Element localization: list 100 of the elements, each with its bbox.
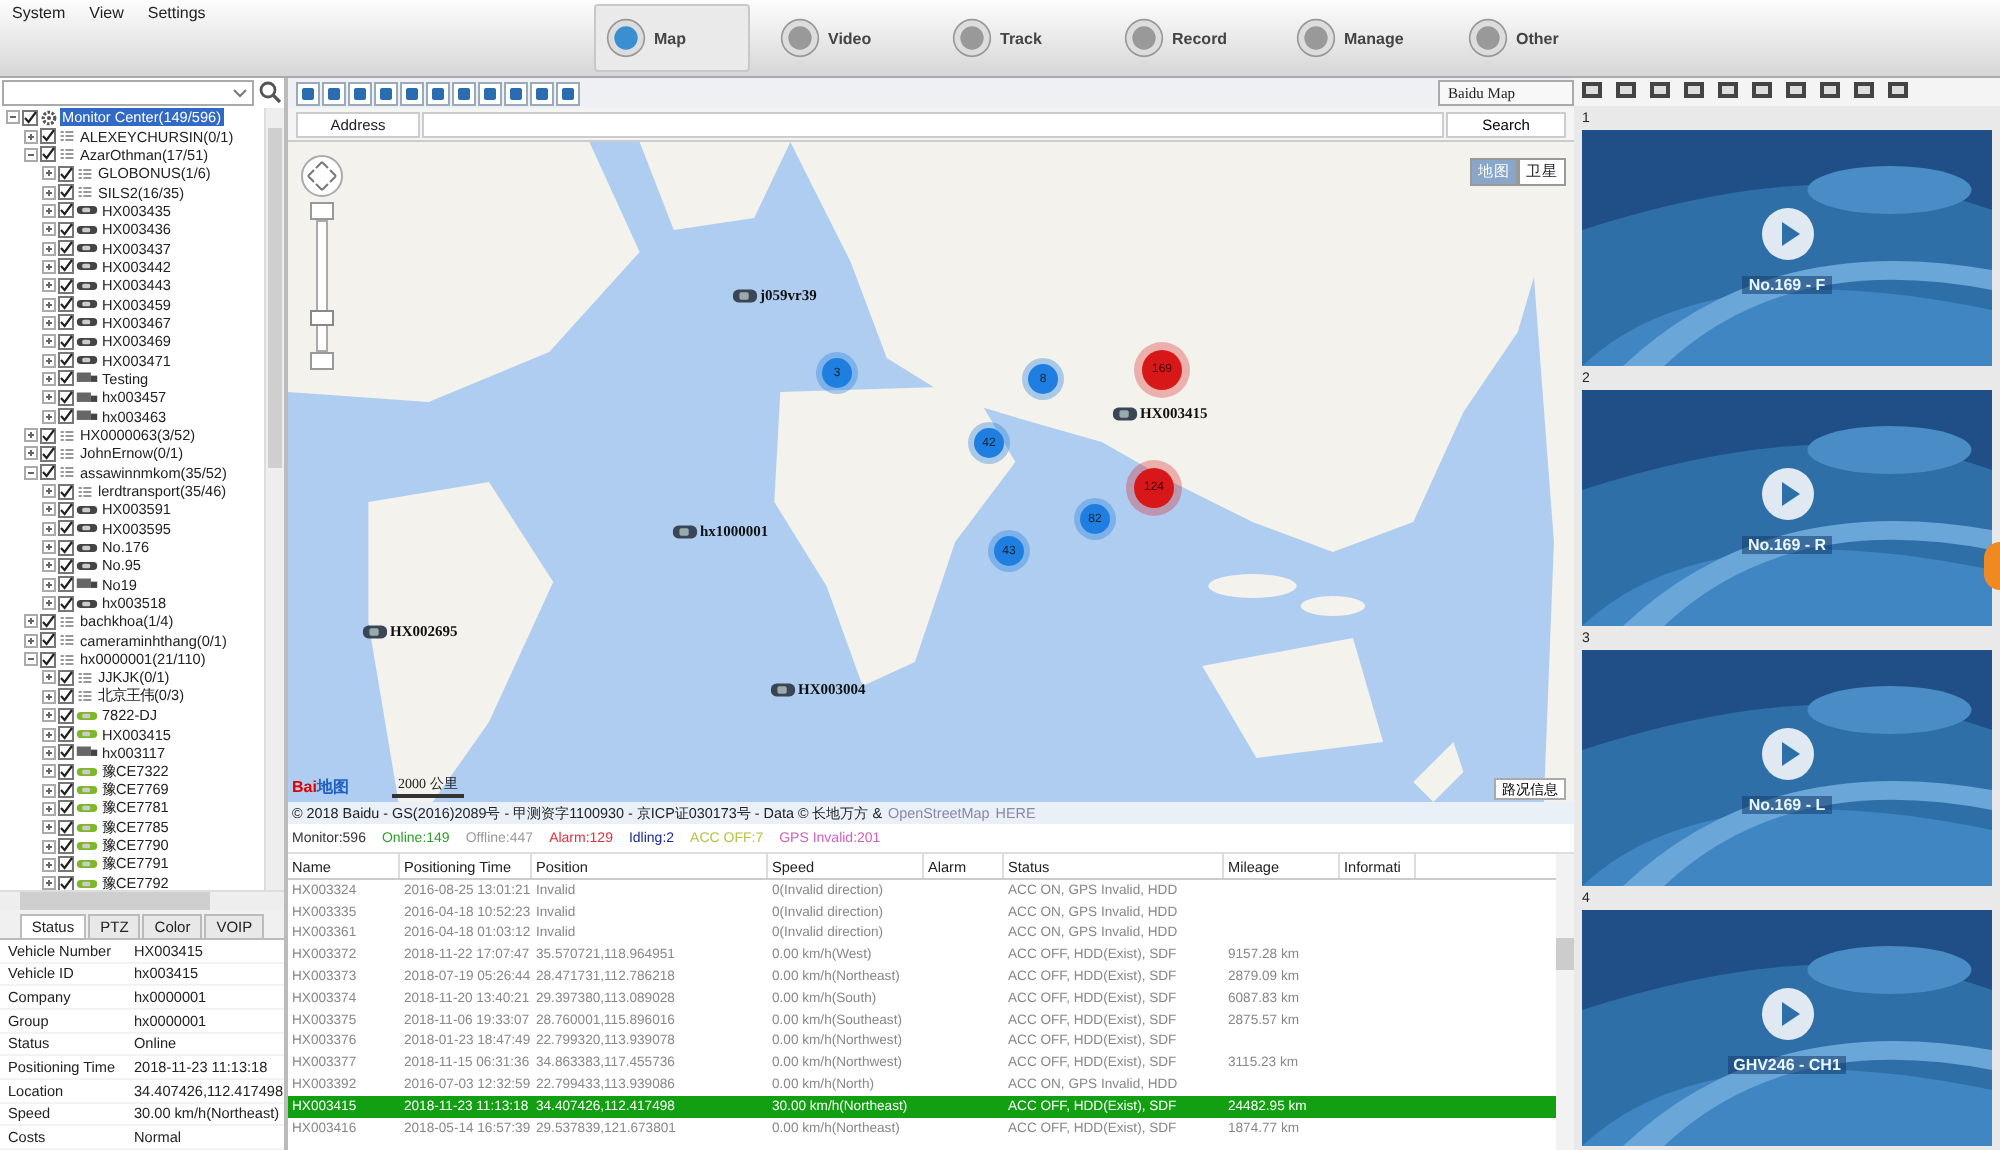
expander-icon[interactable] bbox=[42, 390, 56, 405]
checkbox[interactable] bbox=[58, 557, 74, 574]
expander-icon[interactable] bbox=[42, 689, 56, 704]
checkbox[interactable] bbox=[22, 109, 38, 126]
play-button[interactable] bbox=[1757, 983, 1817, 1043]
checkbox[interactable] bbox=[58, 165, 74, 182]
toolbar-icon[interactable] bbox=[1614, 80, 1642, 102]
expander-icon[interactable] bbox=[24, 428, 38, 443]
expander-icon[interactable] bbox=[42, 745, 56, 760]
nav-tab[interactable]: Manage bbox=[1286, 6, 1438, 70]
expander-icon[interactable] bbox=[42, 185, 56, 200]
expander-icon[interactable] bbox=[42, 166, 56, 181]
expander-icon[interactable] bbox=[42, 783, 56, 798]
slider-thumb[interactable] bbox=[310, 309, 334, 326]
expander-icon[interactable] bbox=[24, 652, 38, 667]
checkbox[interactable] bbox=[58, 688, 74, 705]
nav-tab[interactable]: Map bbox=[594, 4, 750, 72]
expander-icon[interactable] bbox=[42, 371, 56, 386]
toolbar-icon[interactable] bbox=[1886, 80, 1914, 102]
tool-icon[interactable] bbox=[322, 81, 346, 105]
checkbox[interactable] bbox=[58, 277, 74, 294]
checkbox[interactable] bbox=[58, 726, 74, 743]
expander-icon[interactable] bbox=[42, 727, 56, 742]
expander-icon[interactable] bbox=[24, 465, 38, 480]
checkbox[interactable] bbox=[58, 800, 74, 817]
checkbox[interactable] bbox=[58, 389, 74, 406]
checkbox[interactable] bbox=[58, 370, 74, 387]
nav-tab[interactable]: Record bbox=[1114, 6, 1266, 70]
checkbox[interactable] bbox=[58, 501, 74, 518]
tool-icon[interactable] bbox=[530, 81, 554, 105]
expander-icon[interactable] bbox=[42, 521, 56, 536]
checkbox[interactable] bbox=[58, 744, 74, 761]
search-icon[interactable] bbox=[258, 80, 282, 104]
expander-icon[interactable] bbox=[42, 857, 56, 872]
zoom-in-button[interactable] bbox=[310, 202, 334, 220]
expander-icon[interactable] bbox=[42, 278, 56, 293]
expander-icon[interactable] bbox=[42, 203, 56, 218]
play-button[interactable] bbox=[1757, 463, 1817, 523]
expander-icon[interactable] bbox=[24, 633, 38, 648]
play-button[interactable] bbox=[1757, 723, 1817, 783]
checkbox[interactable] bbox=[40, 651, 56, 668]
checkbox[interactable] bbox=[58, 184, 74, 201]
tool-icon[interactable] bbox=[374, 81, 398, 105]
nav-tab[interactable]: Track bbox=[942, 6, 1094, 70]
checkbox[interactable] bbox=[58, 520, 74, 537]
caret-icon[interactable] bbox=[232, 88, 248, 100]
expander-icon[interactable] bbox=[42, 222, 56, 237]
checkbox[interactable] bbox=[40, 464, 56, 481]
expander-icon[interactable] bbox=[42, 801, 56, 816]
checkbox[interactable] bbox=[58, 333, 74, 350]
nav-tab[interactable]: Other bbox=[1458, 6, 1610, 70]
menu-item[interactable]: Settings bbox=[147, 4, 206, 22]
expander-icon[interactable] bbox=[42, 334, 56, 349]
checkbox[interactable] bbox=[58, 202, 74, 219]
toolbar-icon[interactable] bbox=[1716, 80, 1744, 102]
expander-icon[interactable] bbox=[42, 839, 56, 854]
expander-icon[interactable] bbox=[42, 409, 56, 424]
checkbox[interactable] bbox=[58, 595, 74, 612]
expander-icon[interactable] bbox=[42, 297, 56, 312]
expander-icon[interactable] bbox=[24, 147, 38, 162]
scrollbar[interactable] bbox=[264, 108, 284, 890]
checkbox[interactable] bbox=[40, 445, 56, 462]
checkbox[interactable] bbox=[58, 258, 74, 275]
menu-item[interactable]: System bbox=[12, 4, 66, 22]
expander-icon[interactable] bbox=[24, 614, 38, 629]
toolbar-icon[interactable] bbox=[1784, 80, 1812, 102]
checkbox[interactable] bbox=[58, 576, 74, 593]
tool-icon[interactable] bbox=[400, 81, 424, 105]
expander-icon[interactable] bbox=[24, 446, 38, 461]
expander-icon[interactable] bbox=[42, 596, 56, 611]
pan-control[interactable] bbox=[300, 154, 344, 198]
checkbox[interactable] bbox=[58, 314, 74, 331]
checkbox[interactable] bbox=[58, 539, 74, 556]
tool-icon[interactable] bbox=[426, 81, 450, 105]
tool-icon[interactable] bbox=[452, 81, 476, 105]
address-field[interactable] bbox=[422, 111, 1444, 137]
zoom-out-button[interactable] bbox=[310, 352, 334, 370]
checkbox[interactable] bbox=[58, 352, 74, 369]
checkbox[interactable] bbox=[40, 128, 56, 145]
expander-icon[interactable] bbox=[42, 259, 56, 274]
scrollbar[interactable] bbox=[1556, 854, 1574, 1150]
expander-icon[interactable] bbox=[24, 129, 38, 144]
checkbox[interactable] bbox=[58, 483, 74, 500]
checkbox[interactable] bbox=[58, 707, 74, 724]
toolbar-icon[interactable] bbox=[1852, 80, 1880, 102]
expander-icon[interactable] bbox=[42, 708, 56, 723]
toolbar-icon[interactable] bbox=[1682, 80, 1710, 102]
nav-tab[interactable]: Video bbox=[770, 6, 922, 70]
expander-icon[interactable] bbox=[42, 558, 56, 573]
expander-icon[interactable] bbox=[42, 670, 56, 685]
checkbox[interactable] bbox=[58, 408, 74, 425]
checkbox[interactable] bbox=[40, 613, 56, 630]
zoom-slider[interactable] bbox=[316, 220, 328, 352]
play-button[interactable] bbox=[1757, 203, 1817, 263]
expander-icon[interactable] bbox=[42, 876, 56, 890]
checkbox[interactable] bbox=[58, 782, 74, 799]
expander-icon[interactable] bbox=[42, 764, 56, 779]
checkbox[interactable] bbox=[58, 763, 74, 780]
checkbox[interactable] bbox=[58, 221, 74, 238]
checkbox[interactable] bbox=[40, 632, 56, 649]
